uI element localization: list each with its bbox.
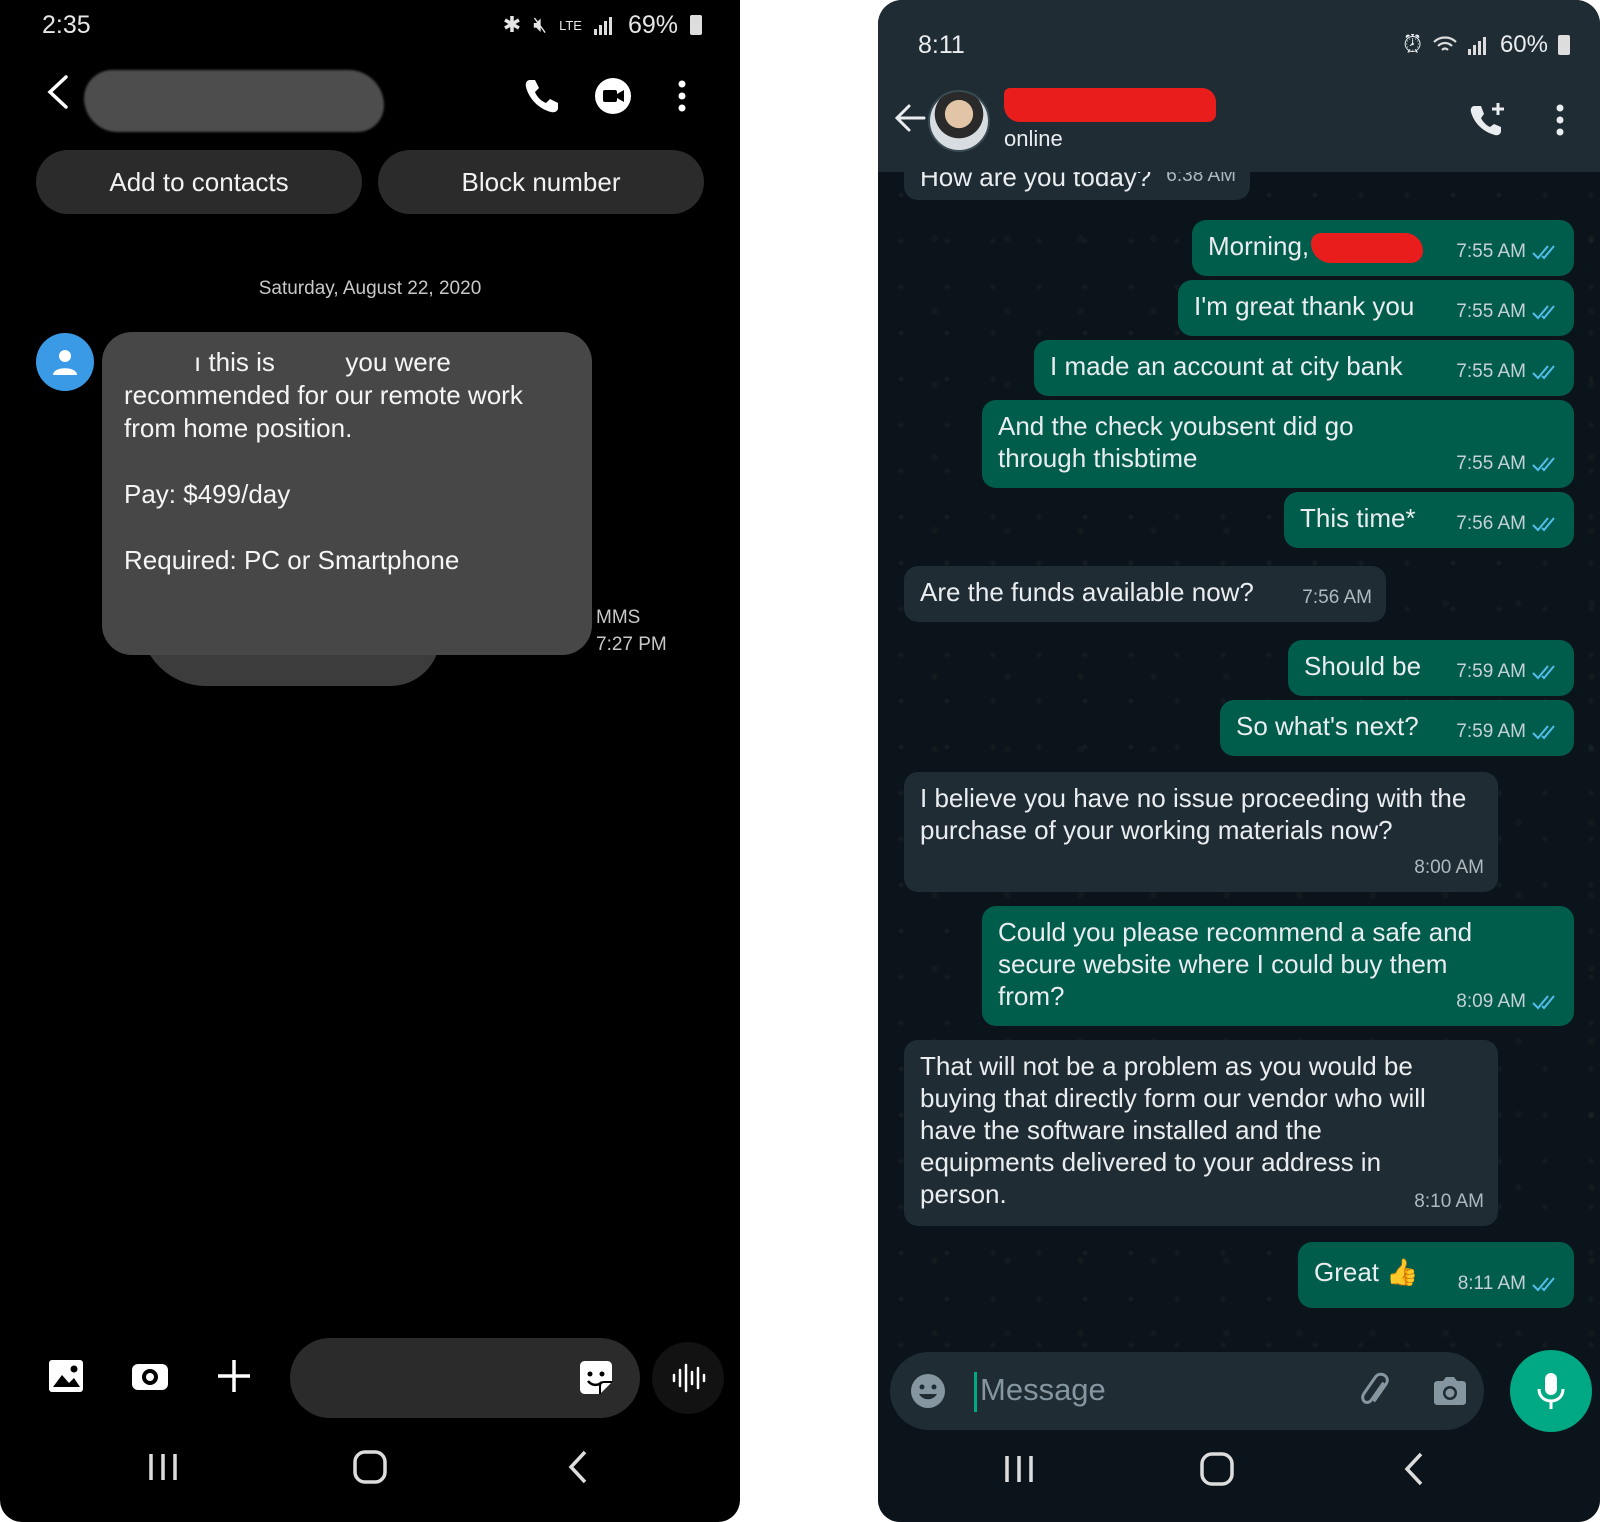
redacted-contact-name <box>84 70 384 132</box>
message-outgoing[interactable]: Great 👍 8:11 AM <box>1298 1242 1574 1308</box>
back-nav-icon[interactable] <box>1390 1444 1440 1494</box>
redacted-contact-name <box>1004 88 1216 122</box>
message-outgoing[interactable]: Could you please recommend a safe and se… <box>982 906 1574 1026</box>
microphone-icon <box>1537 1373 1565 1409</box>
block-number-button[interactable]: Block number <box>378 150 704 214</box>
status-bar: 8:11 ⏰︎ 60% <box>918 28 1570 62</box>
chat-messages[interactable]: How are you today? 6:38 AM Morning, 7:55… <box>878 172 1600 1352</box>
recent-apps-icon[interactable] <box>138 1442 188 1492</box>
message-incoming[interactable]: That will not be a problem as you would … <box>904 1040 1498 1226</box>
message-outgoing[interactable]: And the check youbsent did go through th… <box>982 400 1574 488</box>
video-call-icon[interactable] <box>593 76 633 116</box>
network-type: LTE <box>559 17 582 33</box>
message-required: Required: PC or Smartphone <box>124 545 460 575</box>
message-incoming[interactable]: I believe you have no issue proceeding w… <box>904 772 1498 892</box>
message-line: from home position. <box>124 413 353 443</box>
mute-icon: 🔇︎ <box>533 12 548 37</box>
battery-level: 69% <box>627 10 678 39</box>
message-outgoing[interactable]: So what's next? 7:59 AM <box>1220 700 1574 756</box>
presence-status: online <box>1004 126 1063 151</box>
message-meta: MMS 7:27 PM <box>596 604 667 658</box>
read-ticks-icon <box>1532 725 1555 740</box>
status-time: 8:11 <box>918 30 965 59</box>
message-outgoing[interactable]: I'm great thank you 7:55 AM <box>1178 280 1574 336</box>
status-time: 2:35 <box>42 10 91 39</box>
message-outgoing[interactable]: I made an account at city bank 7:55 AM <box>1034 340 1574 396</box>
voice-message-button[interactable] <box>1510 1350 1592 1432</box>
read-ticks-icon <box>1532 1277 1555 1292</box>
recent-apps-icon[interactable] <box>994 1444 1044 1494</box>
read-ticks-icon <box>1532 995 1555 1010</box>
wifi-icon <box>1433 36 1457 51</box>
sticker-icon[interactable] <box>576 1358 616 1398</box>
message-line: ı this is you were <box>194 347 451 377</box>
message-bubble[interactable]: ı this is you were recommended for our r… <box>102 332 592 655</box>
camera-icon[interactable] <box>1430 1371 1470 1411</box>
message-line: recommended for our remote work <box>124 380 523 410</box>
text-caret <box>974 1372 977 1412</box>
message-input[interactable]: Message <box>890 1352 1484 1430</box>
signal-icon <box>1467 37 1486 55</box>
more-options-icon[interactable] <box>662 76 702 116</box>
phone-call-icon[interactable] <box>522 76 562 116</box>
back-nav-icon[interactable] <box>554 1442 604 1492</box>
message-incoming[interactable]: Are the funds available now? 7:56 AM <box>904 566 1386 622</box>
redacted-name <box>1311 233 1424 264</box>
sms-phone-screen: 2:35 ✱ 🔇︎ LTE 69% Add to contacts Block … <box>0 0 740 1522</box>
home-icon[interactable] <box>1192 1444 1242 1494</box>
status-icons: ⏰︎ 60% <box>1403 31 1570 59</box>
message-outgoing[interactable]: Should be 7:59 AM <box>1288 640 1574 696</box>
read-ticks-icon <box>1532 245 1555 260</box>
bluetooth-icon: ✱ <box>502 12 522 37</box>
read-ticks-icon <box>1532 305 1555 320</box>
message-placeholder: Message <box>980 1372 1106 1407</box>
read-ticks-icon <box>1532 365 1555 380</box>
read-ticks-icon <box>1532 457 1555 472</box>
whatsapp-phone-screen: 8:11 ⏰︎ 60% online How are you today? 6:… <box>878 0 1600 1522</box>
battery-icon <box>690 15 702 35</box>
message-pay: Pay: $499/day <box>124 479 291 509</box>
system-nav-bar <box>878 1444 1600 1494</box>
add-attachment-icon[interactable] <box>214 1356 254 1396</box>
message-outgoing[interactable]: This time* 7:56 AM <box>1284 492 1574 548</box>
voice-record-button[interactable] <box>652 1342 724 1414</box>
alarm-icon: ⏰︎ <box>1403 31 1422 58</box>
gallery-icon[interactable] <box>46 1356 86 1396</box>
read-ticks-icon <box>1532 665 1555 680</box>
more-options-icon[interactable] <box>1540 100 1580 140</box>
signal-icon <box>593 17 612 35</box>
message-time: 7:27 PM <box>596 634 667 655</box>
emoji-icon[interactable] <box>908 1371 948 1411</box>
waveform-icon <box>672 1363 706 1393</box>
contact-avatar[interactable] <box>36 333 94 391</box>
person-icon <box>53 350 77 375</box>
compose-bar: Message <box>878 1350 1600 1522</box>
message-type: MMS <box>596 607 641 628</box>
system-nav-bar <box>0 1442 740 1492</box>
contact-avatar[interactable] <box>928 90 990 152</box>
date-divider: Saturday, August 22, 2020 <box>258 278 482 299</box>
home-icon[interactable] <box>345 1442 395 1492</box>
message-incoming[interactable]: How are you today? 6:38 AM <box>904 172 1250 200</box>
add-to-contacts-button[interactable]: Add to contacts <box>36 150 362 214</box>
chat-header: 8:11 ⏰︎ 60% online <box>878 0 1600 172</box>
status-icons: ✱ 🔇︎ LTE 69% <box>503 11 702 40</box>
back-arrow-icon[interactable] <box>44 74 72 110</box>
message-input[interactable] <box>290 1338 640 1418</box>
battery-level: 60% <box>1499 31 1548 58</box>
message-outgoing[interactable]: Morning, 7:55 AM <box>1192 220 1574 276</box>
compose-bar <box>0 1338 740 1418</box>
attach-icon[interactable] <box>1356 1371 1396 1411</box>
status-bar: 2:35 ✱ 🔇︎ LTE 69% <box>42 8 702 42</box>
read-ticks-icon <box>1532 517 1555 532</box>
add-call-icon[interactable] <box>1468 100 1508 140</box>
battery-icon <box>1558 35 1570 55</box>
back-arrow-icon[interactable] <box>892 100 928 136</box>
conversation-header <box>0 60 740 132</box>
camera-icon[interactable] <box>130 1356 170 1396</box>
